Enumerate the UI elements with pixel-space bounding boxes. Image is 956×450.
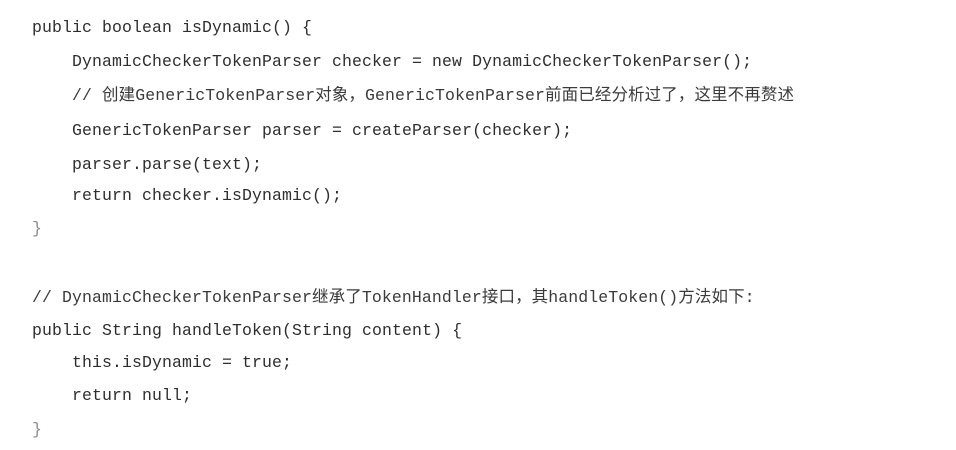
code-closing-brace: } <box>32 219 43 238</box>
code-listing: public boolean isDynamic() { DynamicChec… <box>0 0 956 450</box>
code-line-set-dynamic: this.isDynamic = true; <box>72 353 293 372</box>
code-line-handle-token-signature: public String handleToken(String content… <box>32 321 463 340</box>
code-line-return-null: return null; <box>72 386 193 405</box>
code-comment-create-parser: // 创建GenericTokenParser对象，GenericTokenPa… <box>72 86 795 105</box>
code-comment-handle-token: // DynamicCheckerTokenParser继承了TokenHand… <box>32 288 755 307</box>
code-line-checker-declaration: DynamicCheckerTokenParser checker = new … <box>72 52 753 71</box>
code-line-return-checker: return checker.isDynamic(); <box>72 186 343 205</box>
code-line-method-signature: public boolean isDynamic() { <box>32 18 313 37</box>
code-line-parser-declaration: GenericTokenParser parser = createParser… <box>72 121 573 140</box>
code-closing-brace: } <box>32 420 43 439</box>
code-line-parse-call: parser.parse(text); <box>72 155 263 174</box>
